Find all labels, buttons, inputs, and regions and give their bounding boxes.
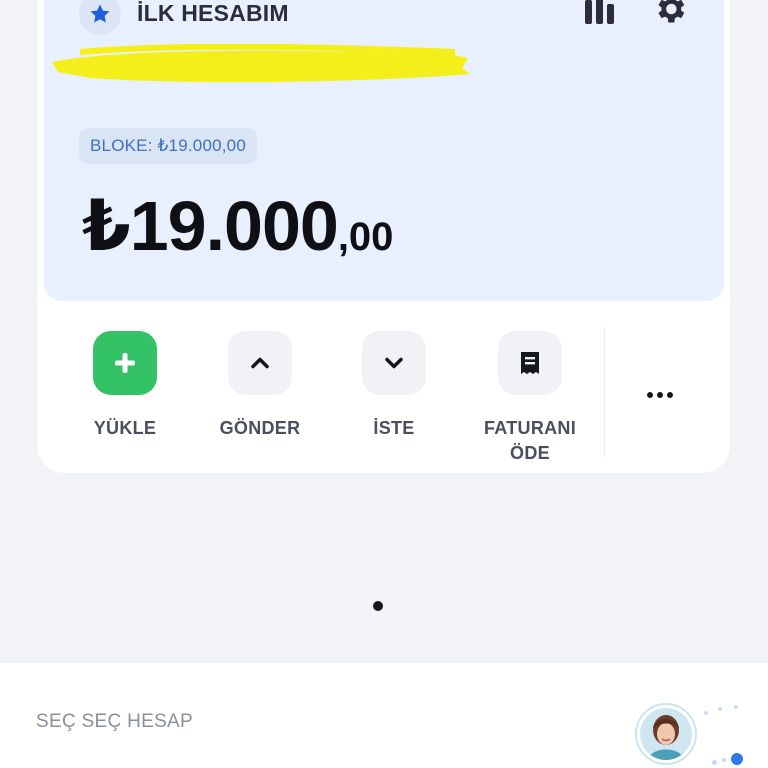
load-money-label: YÜKLE — [93, 418, 157, 438]
actions-divider — [604, 326, 605, 458]
decorative-dot — [734, 705, 738, 709]
receipt-icon — [521, 352, 539, 374]
plus-icon — [115, 353, 135, 373]
avatar-image — [640, 708, 692, 760]
send-money-button[interactable]: GÖNDER — [200, 331, 320, 441]
chevron-down-icon — [385, 357, 403, 369]
request-money-icon-button[interactable] — [362, 331, 426, 395]
decorative-dot — [712, 760, 717, 765]
pay-bill-button[interactable]: FATURANI ÖDE — [469, 331, 591, 466]
section-title: SEÇ SEÇ HESAP — [36, 711, 194, 732]
balance-main: ₺19.000 — [82, 187, 339, 265]
notification-dot — [731, 753, 743, 765]
page-indicator-dot[interactable] — [373, 601, 383, 611]
chevron-up-icon — [251, 357, 269, 369]
balance-decimals: ,00 — [337, 215, 394, 259]
balance-amount: ₺19.000,00 — [82, 186, 393, 277]
more-dot — [667, 392, 673, 398]
request-money-label: İSTE — [373, 418, 415, 438]
redaction-highlight — [52, 44, 470, 83]
decorative-dot — [718, 707, 722, 711]
pay-bill-label: FATURANI ÖDE — [483, 418, 577, 463]
account-title: İLK HESABIM — [137, 0, 289, 26]
avatar[interactable] — [635, 703, 697, 765]
blocked-amount-badge: BLOKE: ₺19.000,00 — [79, 128, 257, 164]
pay-bill-icon-button[interactable] — [498, 331, 562, 395]
request-money-button[interactable]: İSTE — [334, 331, 454, 441]
gear-icon[interactable] — [652, 0, 688, 27]
decorative-dot — [722, 758, 726, 762]
more-dot — [657, 392, 663, 398]
send-money-label: GÖNDER — [219, 418, 301, 438]
send-money-icon-button[interactable] — [228, 331, 292, 395]
star-icon — [90, 4, 110, 23]
load-money-button[interactable]: YÜKLE — [65, 331, 185, 441]
more-horizontal-icon[interactable] — [640, 385, 680, 405]
load-money-icon-button[interactable] — [93, 331, 157, 395]
more-dot — [647, 392, 653, 398]
decorative-dot — [704, 711, 708, 715]
bar-chart-icon[interactable] — [584, 0, 616, 24]
